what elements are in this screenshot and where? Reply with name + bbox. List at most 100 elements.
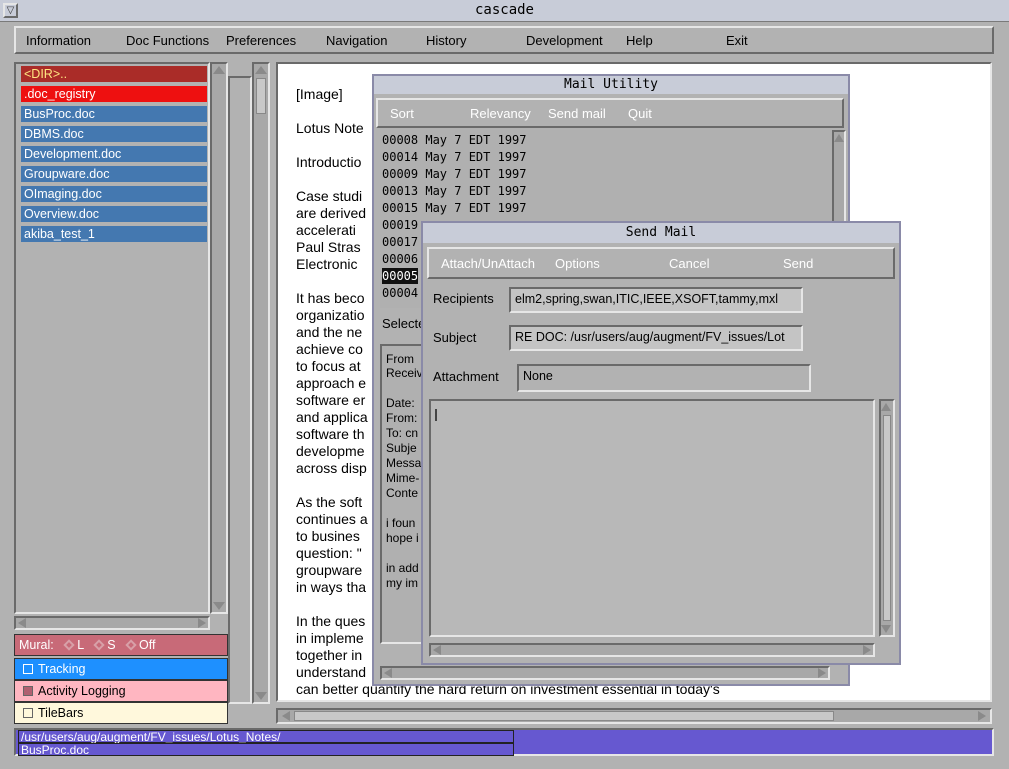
file-item[interactable]: akiba_test_1: [21, 226, 207, 242]
mural-row: Mural: L S Off: [14, 634, 228, 656]
scroll-down-icon[interactable]: [213, 602, 225, 610]
menu-help[interactable]: Help: [626, 33, 653, 48]
scroll-right-icon[interactable]: [863, 645, 871, 655]
scroll-up-icon[interactable]: [881, 403, 891, 411]
file-item[interactable]: OImaging.doc: [21, 186, 207, 202]
scroll-thumb[interactable]: [883, 415, 891, 621]
document-vscrollbar[interactable]: [252, 62, 270, 704]
document-hscrollbar[interactable]: [276, 708, 992, 724]
doc-line: Introductio: [296, 154, 362, 170]
menu-development[interactable]: Development: [526, 33, 603, 48]
scroll-right-icon[interactable]: [818, 668, 826, 678]
file-item[interactable]: Groupware.doc: [21, 166, 207, 182]
body-line: Receiv: [386, 366, 423, 380]
subject-input[interactable]: RE DOC: /usr/users/aug/augment/FV_issues…: [509, 325, 803, 351]
scroll-right-icon[interactable]: [198, 618, 206, 628]
scroll-up-icon[interactable]: [834, 134, 844, 142]
attachment-value: None: [517, 364, 811, 392]
message-row-selected[interactable]: 00005: [382, 268, 419, 284]
scroll-thumb[interactable]: [256, 78, 266, 114]
attachment-label: Attachment: [433, 369, 499, 384]
file-item[interactable]: Overview.doc: [21, 206, 207, 222]
message-row[interactable]: 00009 May 7 EDT 1997: [382, 166, 527, 182]
scroll-right-icon[interactable]: [978, 711, 986, 721]
doc-line: achieve co: [296, 341, 363, 357]
menu-doc-functions[interactable]: Doc Functions: [126, 33, 209, 48]
mural-option-off[interactable]: Off: [139, 638, 155, 652]
message-row[interactable]: 00013 May 7 EDT 1997: [382, 183, 527, 199]
attach-unattach-button[interactable]: Attach/UnAttach: [441, 256, 535, 271]
options-button[interactable]: Options: [555, 256, 600, 271]
message-row[interactable]: 00015 May 7 EDT 1997: [382, 200, 527, 216]
doc-line: organizatio: [296, 307, 365, 323]
body-line: From: [386, 352, 414, 366]
message-row[interactable]: 00014 May 7 EDT 1997: [382, 149, 527, 165]
message-row[interactable]: 00017: [382, 234, 418, 250]
mural-option-s[interactable]: S: [107, 638, 115, 652]
message-row[interactable]: 00006: [382, 251, 418, 267]
send-button[interactable]: Send: [783, 256, 813, 271]
doc-line: question: ": [296, 545, 362, 561]
scroll-left-icon[interactable]: [282, 711, 290, 721]
file-list-hscrollbar[interactable]: [14, 616, 210, 630]
quit-button[interactable]: Quit: [628, 106, 652, 121]
scroll-down-icon[interactable]: [255, 692, 267, 700]
recipients-input[interactable]: elm2,spring,swan,ITIC,IEEE,XSOFT,tammy,m…: [509, 287, 803, 313]
file-item[interactable]: Development.doc: [21, 146, 207, 162]
menu-information[interactable]: Information: [26, 33, 91, 48]
doc-line: software er: [296, 392, 366, 408]
file-list: <DIR>.. .doc_registry BusProc.doc DBMS.d…: [14, 62, 210, 614]
status-bar: /usr/users/aug/augment/FV_issues/Lotus_N…: [14, 728, 994, 756]
cancel-button[interactable]: Cancel: [669, 256, 709, 271]
scroll-up-icon[interactable]: [213, 66, 225, 74]
send-mail-button[interactable]: Send mail: [548, 106, 606, 121]
body-line: hope i: [386, 531, 419, 545]
status-path-line1: /usr/users/aug/augment/FV_issues/Lotus_N…: [18, 730, 514, 743]
scroll-up-icon[interactable]: [255, 66, 267, 74]
tracking-toggle[interactable]: Tracking: [14, 658, 228, 680]
checkbox-icon[interactable]: [23, 686, 33, 696]
body-line: Messa: [386, 456, 422, 470]
checkbox-icon[interactable]: [23, 708, 33, 718]
checkbox-icon[interactable]: [23, 664, 33, 674]
composer-vscrollbar[interactable]: [879, 399, 895, 637]
message-composer[interactable]: [429, 399, 875, 637]
mural-option-l[interactable]: L: [77, 638, 84, 652]
file-item-parent-dir[interactable]: <DIR>..: [21, 66, 207, 82]
doc-line: Case studi: [296, 188, 363, 204]
body-line: To: cn: [386, 426, 419, 440]
message-row[interactable]: 00004: [382, 285, 418, 301]
doc-line: Lotus Note: [296, 120, 364, 136]
menu-exit[interactable]: Exit: [726, 33, 748, 48]
window-titlebar: ▽ cascade: [0, 0, 1009, 22]
file-list-vscrollbar[interactable]: [210, 62, 228, 614]
mail-utility-hscrollbar[interactable]: [380, 666, 830, 680]
message-row[interactable]: 00019: [382, 217, 418, 233]
file-item[interactable]: BusProc.doc: [21, 106, 207, 122]
file-item[interactable]: DBMS.doc: [21, 126, 207, 142]
send-mail-window: Send Mail Attach/UnAttach Options Cancel…: [421, 221, 901, 665]
file-item[interactable]: .doc_registry: [21, 86, 207, 102]
radio-icon[interactable]: [63, 639, 75, 651]
doc-line: to focus at: [296, 358, 361, 374]
scroll-left-icon[interactable]: [384, 668, 392, 678]
scroll-left-icon[interactable]: [433, 645, 441, 655]
message-row[interactable]: 00008 May 7 EDT 1997: [382, 132, 527, 148]
scroll-left-icon[interactable]: [18, 618, 26, 628]
radio-icon[interactable]: [125, 639, 137, 651]
splitter[interactable]: [228, 76, 252, 704]
relevancy-button[interactable]: Relevancy: [470, 106, 531, 121]
activity-logging-toggle[interactable]: Activity Logging: [14, 680, 228, 702]
sort-button[interactable]: Sort: [390, 106, 414, 121]
scroll-down-icon[interactable]: [881, 625, 891, 633]
control-panel: Mural: L S Off Tracking Activity Logging…: [14, 634, 228, 726]
menu-navigation[interactable]: Navigation: [326, 33, 387, 48]
menu-history[interactable]: History: [426, 33, 466, 48]
doc-line: groupware: [296, 562, 363, 578]
radio-icon[interactable]: [93, 639, 105, 651]
menu-preferences[interactable]: Preferences: [226, 33, 296, 48]
doc-line: accelerati: [296, 222, 356, 238]
tilebars-toggle[interactable]: TileBars: [14, 702, 228, 724]
scroll-thumb[interactable]: [294, 711, 834, 721]
composer-hscrollbar[interactable]: [429, 643, 875, 657]
